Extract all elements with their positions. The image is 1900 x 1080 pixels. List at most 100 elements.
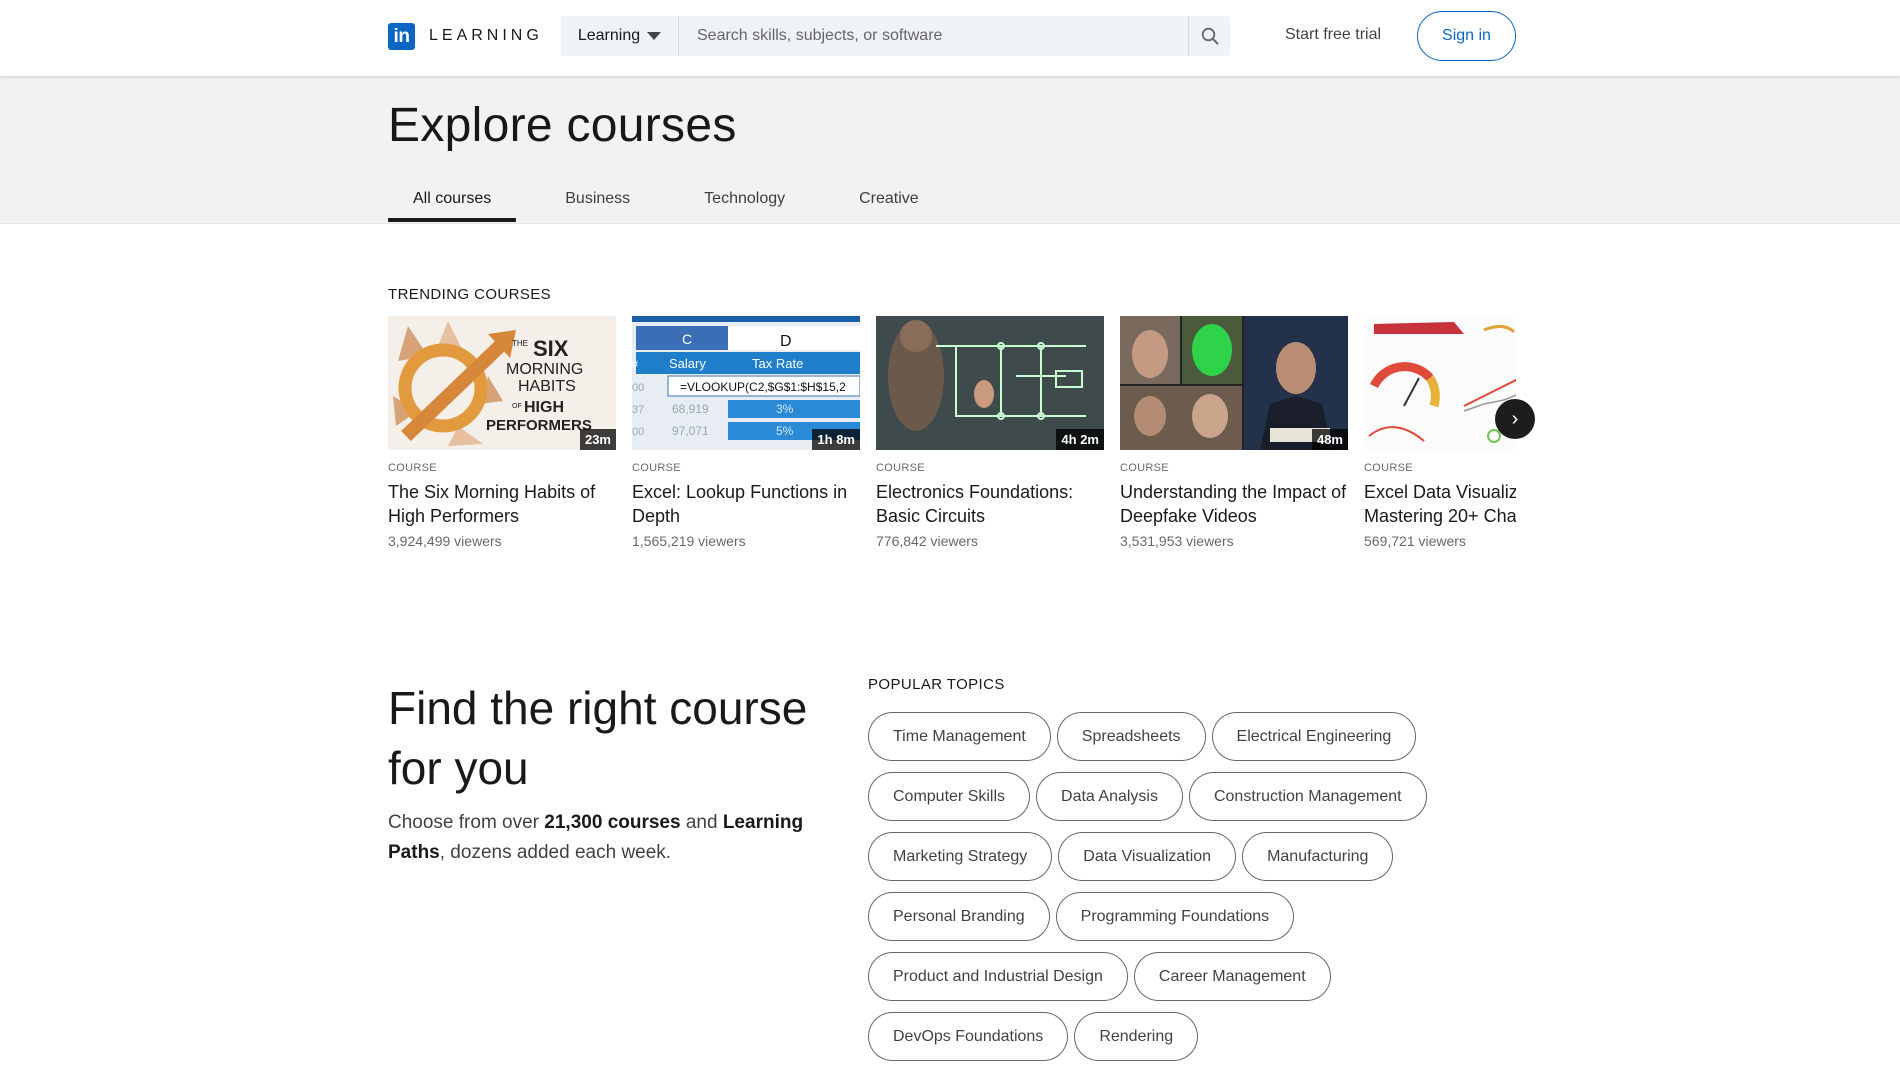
thumb-col-c: C	[682, 331, 692, 347]
search-button[interactable]	[1188, 16, 1230, 56]
course-card[interactable]: C D # Salary Tax Rate =VLOOKUP(C2,$G$1:$…	[632, 316, 860, 549]
course-thumbnail: THE SIX MORNING HABITS OF HIGH PERFORMER…	[388, 316, 616, 450]
course-viewers: 3,531,953 viewers	[1120, 533, 1234, 549]
topic-pill[interactable]: Rendering	[1074, 1012, 1199, 1061]
thumb-text-morning: MORNING	[506, 361, 583, 378]
topic-pill[interactable]: Construction Management	[1188, 772, 1427, 821]
find-course-description: Choose from over 21,300 courses and Lear…	[388, 808, 808, 868]
topic-pill[interactable]: Career Management	[1133, 952, 1331, 1001]
linkedin-learning-logo[interactable]: in LEARNING	[388, 22, 543, 50]
chevron-right-icon: ›	[1511, 407, 1519, 430]
tab-technology[interactable]: Technology	[679, 178, 810, 222]
topic-pill[interactable]: Programming Foundations	[1055, 892, 1295, 941]
thumb-hdr-salary: Salary	[669, 356, 706, 371]
course-viewers: 569,721 viewers	[1364, 533, 1466, 549]
course-card[interactable]: 48m COURSE Understanding the Impact of D…	[1120, 316, 1348, 549]
desc-course-count: 21,300 courses	[544, 812, 681, 833]
thumb-cell: 3%	[776, 402, 794, 416]
course-card[interactable]: COURSE Excel Data Visualization: Masteri…	[1364, 316, 1516, 549]
sign-in-button[interactable]: Sign in	[1417, 11, 1516, 61]
start-free-trial-link[interactable]: Start free trial	[1285, 26, 1381, 44]
trending-carousel: THE SIX MORNING HABITS OF HIGH PERFORMER…	[388, 316, 1516, 556]
page-title: Explore courses	[388, 99, 737, 152]
course-title[interactable]: Understanding the Impact of Deepfake Vid…	[1120, 480, 1348, 528]
search-input[interactable]	[679, 16, 1188, 56]
topic-pill[interactable]: Marketing Strategy	[868, 832, 1053, 881]
course-thumbnail: 4h 2m	[876, 316, 1104, 450]
course-card[interactable]: 4h 2m COURSE Electronics Foundations: Ba…	[876, 316, 1104, 549]
thumb-cell: 5%	[776, 424, 794, 438]
topic-row: Time Management Spreadsheets Electrical …	[868, 712, 1468, 761]
course-title[interactable]: Electronics Foundations: Basic Circuits	[876, 480, 1104, 528]
thumb-hdr-tax: Tax Rate	[752, 356, 803, 371]
course-thumbnail: C D # Salary Tax Rate =VLOOKUP(C2,$G$1:$…	[632, 316, 860, 450]
thumb-text-the: THE	[512, 339, 528, 348]
search-icon	[1201, 27, 1218, 45]
search-scope-label: Learning	[577, 27, 641, 44]
topic-pill[interactable]: Manufacturing	[1242, 832, 1394, 881]
thumb-row-prefix: 37	[632, 404, 644, 416]
topic-row: Marketing Strategy Data Visualization Ma…	[868, 832, 1468, 881]
desc-text: Choose from over	[388, 812, 545, 833]
desc-text: and	[680, 812, 723, 833]
duration-badge: 4h 2m	[1056, 429, 1104, 450]
topic-pill[interactable]: DevOps Foundations	[868, 1012, 1069, 1061]
thumb-row-prefix: 00	[632, 426, 644, 438]
brand-wordmark: LEARNING	[429, 27, 543, 44]
topic-row: DevOps Foundations Rendering	[868, 1012, 1468, 1061]
course-title[interactable]: Excel: Lookup Functions in Depth	[632, 480, 860, 528]
top-nav: in LEARNING Learning Start free trial Si…	[0, 0, 1900, 76]
tab-business[interactable]: Business	[540, 178, 655, 222]
duration-badge: 23m	[579, 429, 616, 450]
course-type-label: COURSE	[632, 462, 681, 474]
topic-pill[interactable]: Electrical Engineering	[1211, 712, 1417, 761]
thumb-col-d: D	[780, 333, 792, 350]
search-scope-dropdown[interactable]: Learning	[561, 16, 679, 56]
course-type-label: COURSE	[1120, 462, 1169, 474]
thumb-text-high: HIGH	[524, 399, 564, 416]
find-course-heading: Find the right course for you	[388, 682, 808, 794]
tab-creative[interactable]: Creative	[834, 178, 944, 222]
thumb-text-habits: HABITS	[518, 378, 576, 395]
thumb-formula: =VLOOKUP(C2,$G$1:$H$15,2	[680, 380, 846, 394]
thumb-text-of: OF	[512, 403, 522, 410]
course-title[interactable]: The Six Morning Habits of High Performer…	[388, 480, 616, 528]
caret-down-icon	[647, 32, 662, 40]
hero-section: Explore courses All courses Business Tec…	[0, 76, 1900, 224]
topic-row: Product and Industrial Design Career Man…	[868, 952, 1468, 1001]
course-type-label: COURSE	[388, 462, 437, 474]
course-type-label: COURSE	[876, 462, 925, 474]
category-tabs: All courses Business Technology Creative	[388, 178, 968, 222]
course-viewers: 1,565,219 viewers	[632, 533, 746, 549]
thumb-text-six: SIX	[533, 336, 569, 361]
topic-pill[interactable]: Product and Industrial Design	[868, 952, 1128, 1001]
duration-badge: 48m	[1311, 429, 1348, 450]
thumb-row-prefix: 00	[632, 382, 644, 394]
tab-all-courses[interactable]: All courses	[388, 178, 517, 222]
topic-pill[interactable]: Spreadsheets	[1056, 712, 1206, 761]
linkedin-icon: in	[388, 22, 415, 50]
course-viewers: 3,924,499 viewers	[388, 533, 502, 549]
course-card[interactable]: THE SIX MORNING HABITS OF HIGH PERFORMER…	[388, 316, 616, 549]
topic-pill[interactable]: Data Visualization	[1058, 832, 1237, 881]
course-title[interactable]: Excel Data Visualization: Mastering 20+ …	[1364, 480, 1516, 528]
course-thumbnail	[1364, 316, 1516, 450]
topic-pill[interactable]: Computer Skills	[868, 772, 1031, 821]
thumb-text-performers: PERFORMERS	[486, 417, 592, 434]
topic-row: Computer Skills Data Analysis Constructi…	[868, 772, 1468, 821]
thumb-hash: #	[632, 359, 639, 371]
search-bar: Learning	[561, 16, 1230, 56]
trending-courses-heading: TRENDING COURSES	[388, 286, 552, 303]
topic-pill[interactable]: Personal Branding	[868, 892, 1050, 941]
thumb-cell: 68,919	[672, 402, 709, 416]
duration-badge: 1h 8m	[812, 429, 860, 450]
thumb-cell: 97,071	[672, 424, 709, 438]
excel-charts-artwork	[1364, 316, 1516, 450]
topic-pill[interactable]: Time Management	[868, 712, 1051, 761]
desc-text: , dozens added each week.	[439, 842, 672, 863]
course-thumbnail: 48m	[1120, 316, 1348, 450]
topic-pill[interactable]: Data Analysis	[1036, 772, 1183, 821]
carousel-next-button[interactable]: ›	[1495, 399, 1535, 439]
course-viewers: 776,842 viewers	[876, 533, 978, 549]
course-type-label: COURSE	[1364, 462, 1413, 474]
